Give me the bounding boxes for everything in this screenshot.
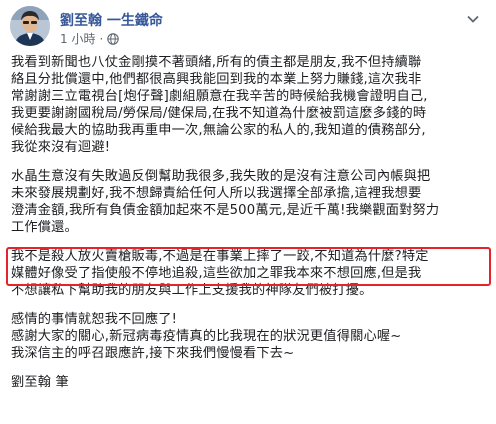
chevron-down-icon[interactable] [466,12,480,26]
avatar-image [10,6,50,46]
post-text-line: 媒體好像受了指使般不停地追殺,這些欲加之罪我本來不想回應,但是我 [11,266,422,281]
post-text-line: 工作償還。 [11,220,78,235]
post-meta: 1 小時 · [60,30,120,47]
post-text-line: 劉至翰 筆 [11,375,69,390]
post-text-line: 感情的事情就恕我不回應了! [11,312,178,327]
post-text-line: 絡且分批償還中,他們都很高興我能回到我的本業上努力賺錢,這次我非 [11,72,422,87]
post-paragraph: 水晶生意沒有失敗過反倒幫助我很多,我失敗的是沒有注意公司內帳與把 未來發展規劃好,… [11,168,485,236]
post-text-line: 不想讓私下幫助我的朋友與工作上支援我的神隊友們被打擾。 [11,283,373,298]
author-name[interactable]: 劉至翰 一生鐵命 [60,10,163,30]
post-text-line: 水晶生意沒有失敗過反倒幫助我很多,我失敗的是沒有注意公司內帳與把 [11,169,431,184]
post-paragraph: 我看到新聞也八仗金剛摸不著頭緒,所有的債主都是朋友,我不但持續聯 絡且分批償還中,… [11,54,485,156]
meta-separator: · [99,31,104,46]
post-paragraph: 劉至翰 筆 [11,374,485,391]
post-text-line: 未來發展規劃好,我不想歸責給任何人所以我選擇全部承擔,這裡我想要 [11,186,422,201]
post-paragraph: 感情的事情就恕我不回應了! 感謝大家的關心,新冠病毒疫情真的比我現在的狀況更值得關… [11,311,485,362]
post-text-line: 澄清金額,我所有負債金額加起來不是500萬元,是近千萬!我樂觀面對努力 [11,203,440,218]
author-avatar[interactable] [10,6,50,46]
post-time[interactable]: 1 小時 [60,30,95,47]
post-paragraph: 我不是殺人放火賣槍販毒,不過是在事業上摔了一跤,不知道為什麼?特定 媒體好像受了指… [11,248,485,299]
post-text-line: 我不是殺人放火賣槍販毒,不過是在事業上摔了一跤,不知道為什麼?特定 [11,249,429,264]
post-text-line: 常謝謝三立電視台[炮仔聲]劇組願意在我辛苦的時候給我機會證明自己, [11,89,428,104]
post-text-line: 我看到新聞也八仗金剛摸不著頭緒,所有的債主都是朋友,我不但持續聯 [11,55,422,70]
post-body: 我看到新聞也八仗金剛摸不著頭緒,所有的債主都是朋友,我不但持續聯 絡且分批償還中,… [11,54,485,391]
post-text-line: 我更要謝謝國稅局/勞保局/健保局,在我不知道為什麼被罰這麼多錢的時 [11,106,427,121]
post-text-line: 我從來沒有迴避! [11,140,111,155]
globe-icon [107,32,120,45]
post-header: 劉至翰 一生鐵命 1 小時 · [10,6,486,46]
post-text-line: 候給我最大的協助我再重申一次,無論公家的私人的,我知道的債務部分, [11,123,426,138]
post-text-line: 感謝大家的關心,新冠病毒疫情真的比我現在的狀況更值得關心喔~ [11,329,402,344]
post-text-line: 我深信主的呼召跟應許,接下來我們慢慢看下去~ [11,346,295,361]
